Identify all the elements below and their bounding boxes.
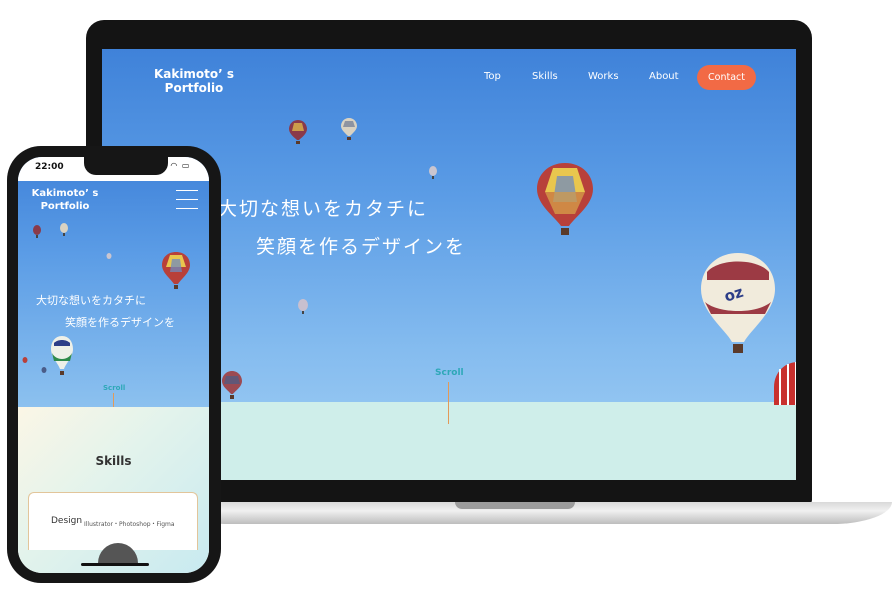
hero-copy-line-1: 大切な想いをカタチに bbox=[218, 198, 429, 220]
laptop-site-logo[interactable]: Kakimoto’ s Portfolio bbox=[150, 67, 238, 95]
hot-air-balloon-icon bbox=[774, 362, 796, 405]
scroll-indicator-line bbox=[448, 382, 449, 424]
hot-air-balloon-icon bbox=[41, 367, 47, 373]
logo-line-1: Kakimoto’ s bbox=[153, 67, 235, 81]
phone-site-logo[interactable]: Kakimoto’ s Portfolio bbox=[28, 187, 102, 213]
hot-air-balloon-icon bbox=[222, 371, 242, 399]
logo-line-1: Kakimoto’ s bbox=[31, 188, 99, 199]
phone-hero-copy-line-1: 大切な想いをカタチに bbox=[36, 294, 146, 307]
hot-air-balloon-icon: oz bbox=[701, 253, 775, 353]
logo-line-2: Portfolio bbox=[164, 81, 224, 95]
hot-air-balloon-icon bbox=[298, 299, 308, 314]
hot-air-balloon-icon bbox=[162, 252, 190, 289]
logo-line-2: Portfolio bbox=[40, 201, 90, 212]
phone-scroll-indicator-label[interactable]: Scroll bbox=[103, 384, 125, 392]
status-time: 22:00 bbox=[35, 162, 64, 172]
nav-about-link[interactable]: About bbox=[649, 71, 679, 82]
hot-air-balloon-icon bbox=[429, 166, 437, 179]
hero-copy-line-2: 笑顔を作るデザインを bbox=[256, 236, 467, 258]
scroll-indicator-label[interactable]: Scroll bbox=[435, 368, 464, 378]
hamburger-menu-icon[interactable] bbox=[176, 190, 198, 212]
hot-air-balloon-icon bbox=[341, 118, 357, 140]
skills-section-title: Skills bbox=[95, 454, 132, 468]
nav-skills-link[interactable]: Skills bbox=[532, 71, 558, 82]
nav-top-link[interactable]: Top bbox=[484, 71, 501, 82]
mockup-stage: oz Kakimoto’ s Portfolio Top Skills Work… bbox=[0, 0, 895, 605]
phone-notch bbox=[84, 157, 168, 175]
hot-air-balloon-icon bbox=[33, 225, 41, 238]
skills-card-title: Design bbox=[51, 516, 83, 526]
nav-works-link[interactable]: Works bbox=[588, 71, 619, 82]
hot-air-balloon-icon bbox=[60, 223, 68, 236]
hot-air-balloon-icon bbox=[289, 120, 307, 144]
skills-card-tools: Illustrator・Photoshop・Figma bbox=[84, 521, 175, 528]
home-indicator bbox=[81, 563, 149, 566]
phone-hero-copy-line-2: 笑顔を作るデザインを bbox=[65, 316, 175, 329]
contact-button[interactable]: Contact bbox=[697, 65, 756, 90]
hot-air-balloon-icon bbox=[51, 336, 73, 375]
laptop-hinge-notch bbox=[455, 502, 575, 509]
hot-air-balloon-icon bbox=[106, 253, 112, 259]
hot-air-balloon-icon bbox=[537, 163, 593, 235]
hot-air-balloon-icon bbox=[22, 357, 28, 363]
